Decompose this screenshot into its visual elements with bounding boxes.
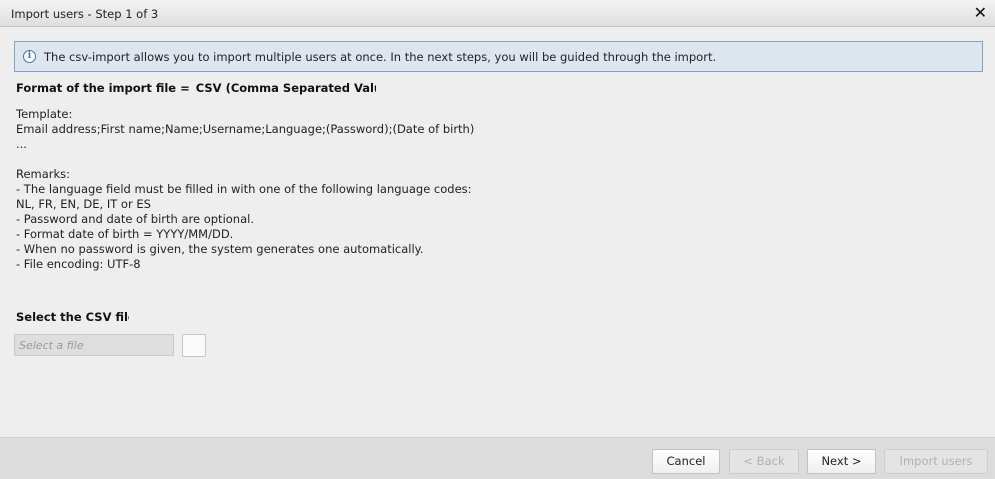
format-row: Format of the import file = CSV (Comma Se… — [16, 81, 376, 95]
browse-button[interactable] — [182, 334, 206, 357]
file-input[interactable] — [14, 334, 174, 356]
next-button[interactable]: Next > — [807, 449, 876, 474]
format-label: Format of the import file = — [16, 81, 190, 95]
dialog-footer: Cancel < Back Next > Import users — [0, 437, 995, 479]
remark-line: - Password and date of birth are optiona… — [16, 212, 254, 226]
remarks-heading: Remarks: — [16, 167, 71, 181]
remark-line: - The language field must be filled in w… — [16, 182, 472, 196]
info-banner: i The csv-import allows you to import mu… — [14, 41, 983, 72]
dialog-titlebar: Import users - Step 1 of 3 ✕ — [0, 0, 995, 27]
remark-line: - Format date of birth = YYYY/MM/DD. — [16, 227, 234, 241]
info-icon: i — [23, 50, 36, 63]
template-columns: Email address;First name;Name;Username;L… — [16, 122, 475, 136]
template-heading: Template: — [16, 107, 73, 121]
select-file-label: Select the CSV file — [16, 310, 129, 324]
template-block: Template: Email address;First name;Name;… — [16, 107, 474, 152]
back-button[interactable]: < Back — [729, 449, 799, 474]
remarks-block: Remarks: - The language field must be fi… — [16, 167, 472, 272]
close-icon[interactable]: ✕ — [974, 4, 987, 22]
template-ellipsis: ... — [16, 137, 27, 151]
format-value: CSV (Comma Separated Values) — [195, 81, 376, 95]
remark-line: NL, FR, EN, DE, IT or ES — [16, 197, 151, 211]
remark-line: - When no password is given, the system … — [16, 242, 424, 256]
remark-line: - File encoding: UTF-8 — [16, 257, 141, 271]
cancel-button[interactable]: Cancel — [652, 449, 720, 474]
import-users-button[interactable]: Import users — [884, 449, 988, 474]
info-text: The csv-import allows you to import mult… — [44, 50, 717, 64]
dialog-title: Import users - Step 1 of 3 — [11, 7, 159, 21]
